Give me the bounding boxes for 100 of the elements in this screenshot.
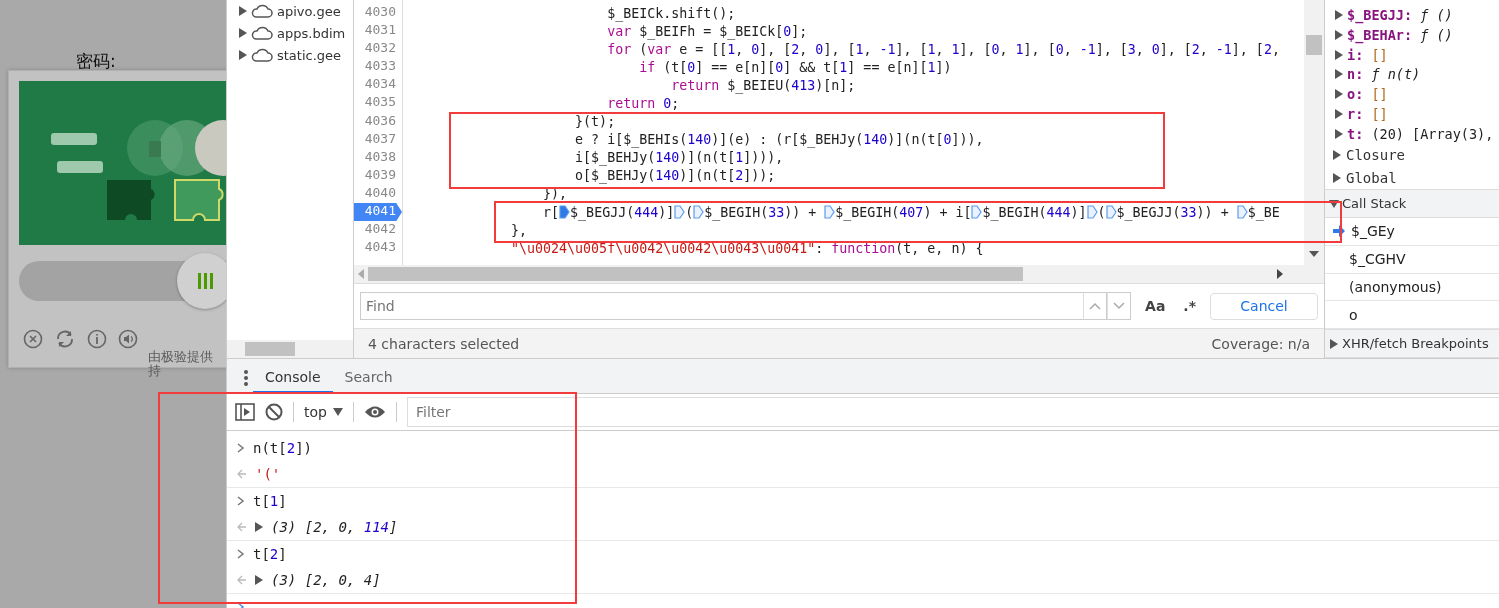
block-icon	[265, 403, 283, 421]
scope-section-label[interactable]: Closure	[1346, 147, 1405, 164]
section-header[interactable]: Call Stack	[1342, 196, 1407, 212]
code-fragment: $_BEGJJ(33)) +	[1116, 204, 1230, 220]
expand-triangle-icon[interactable]	[1330, 338, 1338, 349]
chevron-up-icon	[1089, 302, 1102, 310]
line-number[interactable]: 4031	[354, 22, 402, 41]
breakpoint-marker-icon[interactable]	[1105, 205, 1117, 220]
scope-property[interactable]: $_BEHAr: ƒ ()	[1347, 26, 1453, 43]
line-number[interactable]: 4033	[354, 58, 402, 77]
console-command: t[2]	[253, 546, 287, 562]
breakpoint-marker-icon[interactable]	[824, 205, 836, 220]
call-frame[interactable]: (anonymous)	[1349, 279, 1442, 295]
drawer-tab[interactable]: Console	[253, 363, 333, 393]
expand-triangle-icon[interactable]	[1333, 150, 1341, 161]
domain-label: apivo.gee	[277, 3, 341, 19]
call-frame[interactable]: $_CGHV	[1349, 251, 1406, 268]
find-field[interactable]: Find	[360, 292, 1084, 320]
return-arrow-icon	[237, 575, 247, 585]
line-number[interactable]: 4037	[354, 130, 402, 149]
scope-property[interactable]: $_BEGJJ: ƒ ()	[1347, 6, 1453, 23]
scope-property[interactable]: i: []	[1347, 46, 1388, 63]
file-tree-item[interactable]: apps.bdim	[227, 22, 353, 44]
expand-triangle-icon[interactable]	[1333, 172, 1341, 183]
horizontal-scrollbar[interactable]	[227, 340, 353, 358]
line-number[interactable]: 4032	[354, 40, 402, 59]
coverage-status: Coverage: n/a	[1211, 335, 1310, 352]
code-fragment: (	[685, 204, 694, 220]
expand-triangle-icon[interactable]	[255, 522, 263, 532]
line-number[interactable]: 4034	[354, 76, 402, 95]
expand-triangle-icon[interactable]	[1335, 109, 1343, 119]
filter-field[interactable]: Filter	[406, 397, 1499, 427]
breakpoint-marker-icon[interactable]	[559, 205, 571, 220]
vertical-scrollbar[interactable]	[1304, 0, 1324, 265]
code-line: $_BEICk.shift();	[606, 4, 737, 23]
call-frame[interactable]: $_GEy	[1351, 223, 1395, 240]
breakpoint-marker-icon[interactable]	[1236, 205, 1248, 220]
expand-triangle-icon[interactable]	[1335, 128, 1343, 139]
code-fragment: (	[1097, 204, 1106, 220]
sidebar-toggle-button[interactable]	[235, 403, 255, 421]
expand-triangle-icon[interactable]	[239, 6, 247, 16]
field-label: 密码:	[76, 50, 116, 73]
breakpoint-marker-icon[interactable]	[674, 205, 686, 220]
scope-property[interactable]: o: []	[1347, 86, 1388, 103]
expand-triangle-icon[interactable]	[1335, 9, 1343, 20]
drawer-tab[interactable]: Search	[332, 363, 405, 393]
info-icon[interactable]	[87, 329, 107, 349]
breakpoint-marker-icon[interactable]	[971, 205, 983, 220]
breakpoint-marker-icon[interactable]	[693, 205, 705, 220]
scope-section-label[interactable]: Global	[1346, 169, 1397, 186]
match-case-button[interactable]: Aa	[1141, 296, 1170, 316]
code-line: for (var e = [[1, 0], [2, 0], [1, -1], [1, 1], [0, 1], [0, -1], [3, 0], [2, -1], [2,	[606, 40, 1281, 59]
line-number[interactable]: 4039	[354, 166, 402, 185]
scrollbar-thumb[interactable]	[1306, 35, 1322, 55]
live-expression-button[interactable]	[363, 405, 386, 419]
line-number[interactable]: 4030	[354, 4, 402, 23]
file-tree-item[interactable]: static.gee	[227, 44, 353, 66]
code-line: },	[510, 221, 529, 240]
console-result: '('	[255, 466, 281, 482]
code-fragment: $_BEGIH(33)) +	[704, 204, 818, 220]
expand-triangle-icon[interactable]	[1335, 29, 1343, 40]
breakpoint-marker-icon[interactable]	[1086, 205, 1098, 220]
refresh-icon[interactable]	[54, 329, 76, 349]
expand-triangle-icon[interactable]	[1329, 199, 1339, 208]
scope-property[interactable]: n: ƒ n(t)	[1347, 66, 1421, 83]
expand-triangle-icon[interactable]	[239, 50, 247, 60]
scrollbar-thumb[interactable]	[245, 342, 295, 356]
line-number[interactable]: 4042	[354, 221, 402, 240]
expand-triangle-icon[interactable]	[1335, 69, 1343, 80]
code-fragment: $_BEGJJ(444)]	[570, 204, 675, 220]
scope-property[interactable]: r: []	[1347, 106, 1388, 122]
line-number[interactable]: 4035	[354, 94, 402, 113]
domain-label: static.gee	[277, 47, 342, 63]
expand-triangle-icon[interactable]	[1335, 89, 1343, 100]
line-number[interactable]: 4040	[354, 184, 402, 204]
regex-button[interactable]: .*	[1179, 296, 1200, 316]
file-tree-item[interactable]: apivo.gee	[227, 0, 353, 22]
expand-triangle-icon[interactable]	[239, 28, 247, 38]
scroll-right-icon[interactable]	[1277, 269, 1283, 279]
expand-triangle-icon[interactable]	[1335, 49, 1343, 60]
slider-handle[interactable]	[177, 253, 226, 309]
call-frame[interactable]: o	[1349, 306, 1358, 323]
scroll-down-icon[interactable]	[1309, 251, 1319, 257]
line-number[interactable]: 4038	[354, 148, 402, 167]
cancel-button[interactable]: Cancel	[1210, 292, 1318, 320]
close-icon[interactable]	[23, 329, 43, 349]
speaker-icon[interactable]	[118, 329, 138, 349]
line-number[interactable]: 4043	[354, 239, 402, 258]
horizontal-scrollbar[interactable]	[354, 265, 1324, 283]
code-line: return 0;	[606, 95, 681, 113]
console-command: n(t[2])	[253, 440, 312, 456]
chevron-down-icon	[1113, 302, 1126, 310]
scrollbar-thumb[interactable]	[368, 267, 1023, 281]
clear-console-button[interactable]	[265, 403, 283, 421]
expand-triangle-icon[interactable]	[255, 575, 263, 585]
scope-property[interactable]: t: (20) [Array(3),	[1347, 125, 1494, 142]
line-number[interactable]: 4041	[354, 203, 402, 222]
code-line: e ? i[$_BEHIs(140)](e) : (r[$_BEHJy(140)](n(t[0])),	[574, 131, 985, 149]
context-dropdown[interactable]: top	[304, 404, 343, 420]
line-number[interactable]: 4036	[354, 112, 402, 131]
